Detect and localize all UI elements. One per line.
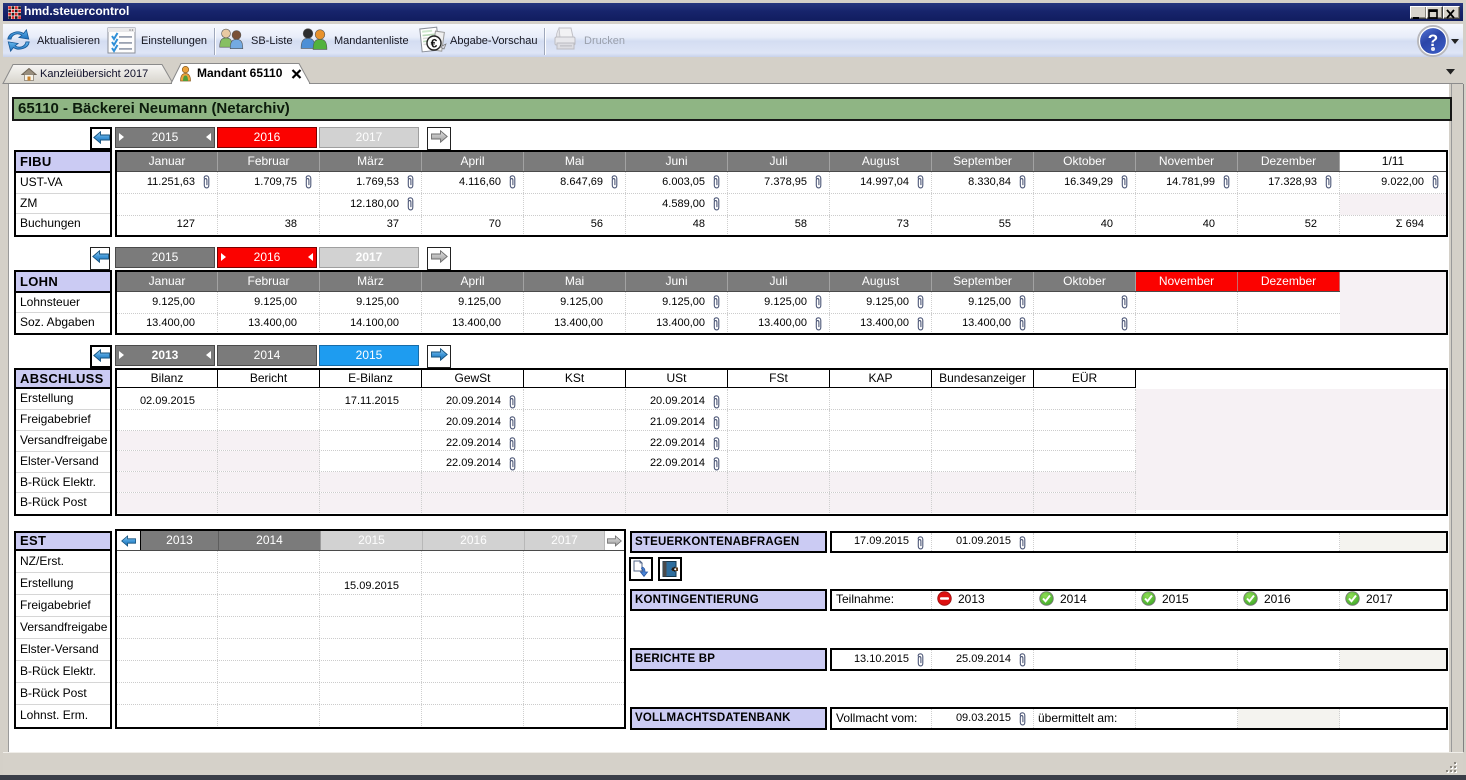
svg-text:€: € bbox=[431, 37, 438, 51]
